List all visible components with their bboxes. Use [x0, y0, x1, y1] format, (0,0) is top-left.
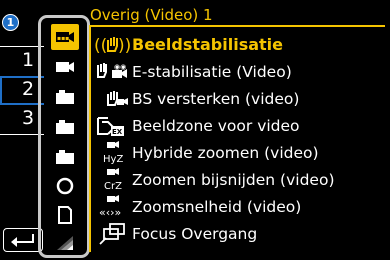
hand-shake-icon: (()) [92, 31, 132, 58]
e-stabilization-icon: ◉◉ [92, 58, 132, 85]
svg-text:EX: EX [112, 128, 123, 136]
boost-is-icon [92, 85, 132, 112]
svg-text:«‹›»: «‹›» [99, 206, 121, 219]
menu-item-zoomsnelheid[interactable]: «‹›» Zoomsnelheid (video) [92, 193, 388, 220]
menu-item-label: Focus Overgang [132, 224, 258, 243]
card-icon[interactable] [51, 202, 79, 228]
wifi-icon[interactable] [51, 230, 79, 256]
circle-icon[interactable] [51, 173, 79, 199]
camera-icon[interactable] [51, 114, 79, 140]
page-title: Overig (Video) 1 [90, 6, 213, 24]
menu-item-label: Hybride zoomen (video) [132, 143, 319, 162]
focus-transition-icon [92, 220, 132, 247]
svg-text:◉◉: ◉◉ [114, 63, 126, 71]
hybrid-zoom-icon: HyZ [92, 139, 132, 166]
menu-item-beeldstabilisatie[interactable]: (()) Beeldstabilisatie [92, 31, 388, 58]
menu-item-label: Beeldstabilisatie [132, 34, 284, 54]
crop-zoom-icon: CrZ [92, 166, 132, 193]
menu-left-rule [89, 25, 91, 252]
menu-item-label: Zoomen bijsnijden (video) [132, 170, 335, 189]
video-camera-icon[interactable] [51, 54, 79, 80]
svg-text:▪▪▪: ▪▪▪ [57, 35, 69, 42]
camera-icon[interactable] [51, 84, 79, 110]
svg-text:CrZ: CrZ [104, 181, 122, 192]
menu-item-bs-versterken[interactable]: BS versterken (video) [92, 85, 388, 112]
step-badge: 1 [2, 14, 19, 31]
back-arrow-icon [11, 234, 34, 247]
camera-icon[interactable] [51, 144, 79, 170]
menu-item-beeldzone[interactable]: EX Beeldzone voor video [92, 112, 388, 139]
category-icon-column: ▪▪▪ [38, 15, 90, 258]
svg-text:HyZ: HyZ [103, 154, 123, 165]
menu-item-hybride-zoomen[interactable]: HyZ Hybride zoomen (video) [92, 139, 388, 166]
menu-item-label: Zoomsnelheid (video) [132, 197, 302, 216]
ex-zone-icon: EX [92, 112, 132, 139]
menu-item-focus-overgang[interactable]: Focus Overgang [92, 220, 388, 247]
menu-item-label: Beeldzone voor video [132, 116, 300, 135]
tab-2-label: 2 [22, 78, 35, 100]
menu-item-label: E-stabilisatie (Video) [132, 62, 292, 81]
title-divider [89, 25, 385, 27]
menu-item-label: BS versterken (video) [132, 89, 300, 108]
video-menu-icon[interactable]: ▪▪▪ [51, 24, 79, 50]
zoom-speed-icon: «‹›» [92, 193, 132, 220]
tab-1-label: 1 [22, 49, 35, 71]
back-button[interactable] [3, 228, 43, 252]
svg-text:((: (( [94, 36, 107, 56]
tab-3-label: 3 [22, 107, 35, 129]
menu-item-e-stabilisatie[interactable]: ◉◉ E-stabilisatie (Video) [92, 58, 388, 85]
svg-text:)): )) [118, 36, 130, 56]
menu-item-zoomen-bijsnijden[interactable]: CrZ Zoomen bijsnijden (video) [92, 166, 388, 193]
